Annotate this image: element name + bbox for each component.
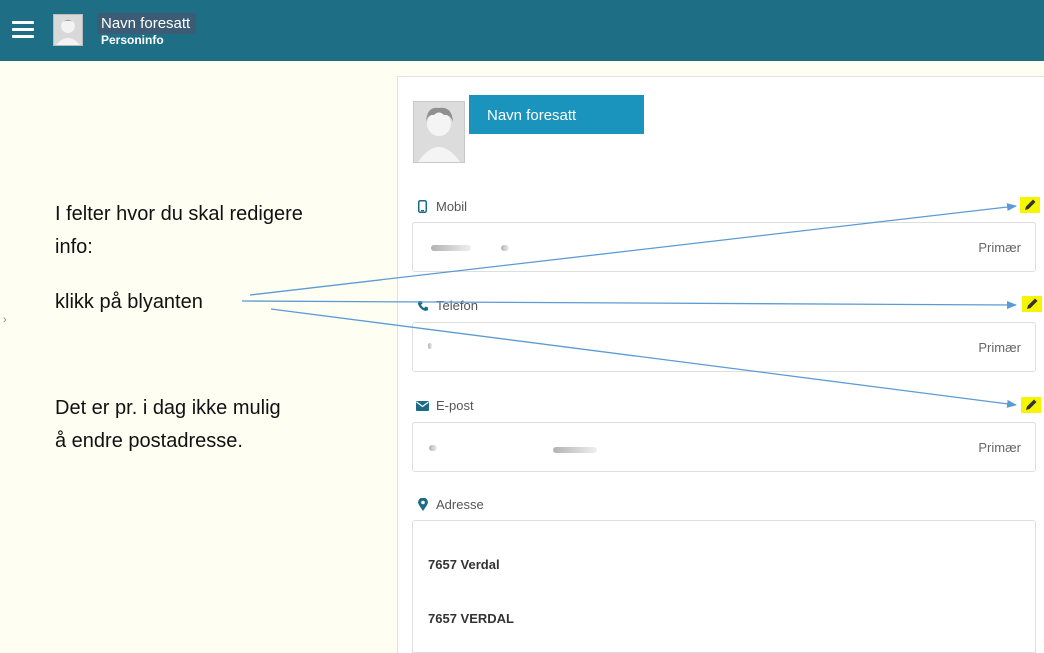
hamburger-menu-icon[interactable] [12, 21, 34, 38]
user-avatar-icon [53, 14, 83, 46]
address-line: 7657 Verdal [428, 557, 500, 572]
email-primary-tag: Primær [978, 440, 1021, 455]
header-subtitle: Personinfo [101, 33, 164, 47]
profile-name-banner: Navn foresatt [469, 95, 644, 134]
redacted-value [429, 445, 437, 451]
mobile-label-text: Mobil [436, 199, 468, 214]
address-label-text: Adresse [436, 497, 484, 512]
mobile-pencil-icon[interactable] [1020, 197, 1040, 213]
email-field[interactable]: Primær [412, 422, 1036, 472]
postal-address-line: 7657 VERDAL [428, 611, 514, 626]
map-marker-icon [416, 498, 429, 511]
mobile-phone-icon [416, 200, 429, 213]
mobile-primary-tag: Primær [978, 240, 1021, 255]
phone-field[interactable]: Primær [412, 322, 1036, 372]
instruction-address-note: Det er pr. i dag ikke mulig å endre post… [55, 397, 281, 452]
envelope-icon [416, 400, 429, 411]
email-pencil-icon[interactable] [1021, 397, 1041, 413]
user-avatar-icon [413, 101, 465, 163]
mobile-field[interactable]: Primær [412, 222, 1036, 272]
email-label: E-post [416, 398, 474, 413]
phone-pencil-icon[interactable] [1022, 296, 1042, 312]
phone-label: Telefon [416, 298, 478, 313]
top-bar: Navn foresatt Personinfo [0, 0, 1044, 61]
instruction-click-pencil: klikk på blyanten [55, 291, 203, 313]
phone-label-text: Telefon [436, 298, 478, 313]
redacted-value [428, 343, 432, 349]
email-label-text: E-post [436, 398, 474, 413]
redacted-value [413, 521, 505, 525]
header-title: Navn foresatt [97, 13, 197, 34]
stray-mark: › [3, 314, 7, 326]
instruction-edit-fields: I felter hvor du skal redigere info: [55, 203, 303, 258]
mobile-label: Mobil [416, 199, 467, 214]
phone-primary-tag: Primær [978, 340, 1021, 355]
phone-icon [416, 300, 429, 312]
address-label: Adresse [416, 497, 484, 512]
redacted-value [431, 245, 471, 251]
redacted-value [501, 245, 509, 251]
redacted-value [553, 447, 597, 453]
address-field [412, 520, 1036, 584]
